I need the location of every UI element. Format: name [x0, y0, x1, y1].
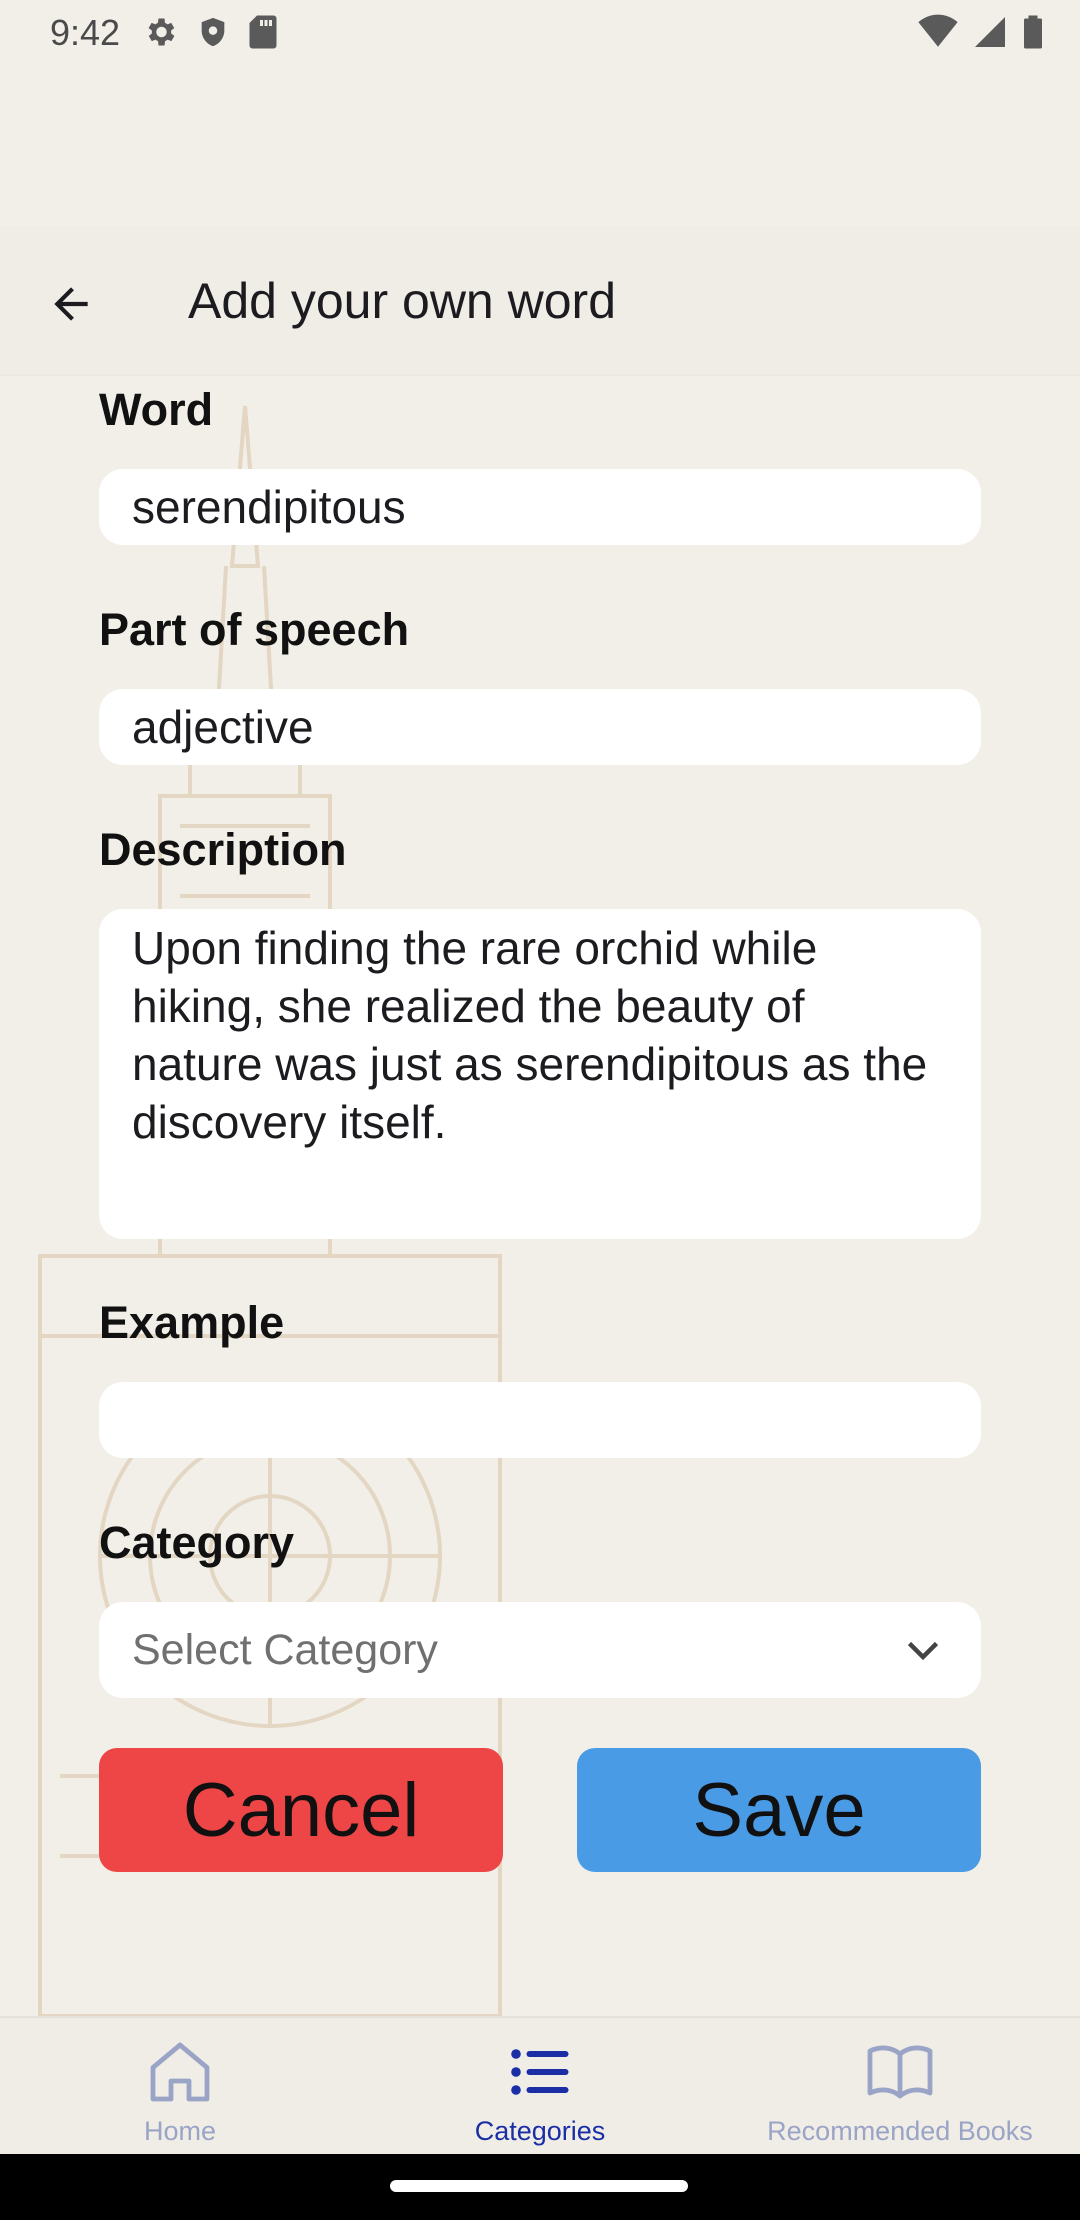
- bottom-navigation: Home Categories Recommended Books: [0, 2016, 1080, 2154]
- category-label: Category: [99, 1517, 295, 1568]
- add-word-form: Word serendipitous Part of speech adject…: [0, 376, 1080, 2016]
- chevron-down-icon: [907, 1641, 939, 1661]
- nav-label-categories: Categories: [474, 2116, 606, 2146]
- status-bar: 9:42: [0, 0, 1080, 66]
- shield-icon: [201, 17, 225, 47]
- book-icon: [867, 2045, 933, 2099]
- description-textarea-value: Upon finding the rare orchid while hikin…: [132, 922, 928, 1148]
- sd-card-icon: [249, 15, 277, 49]
- status-icons-right: [918, 14, 1044, 50]
- word-input-value: serendipitous: [132, 481, 406, 533]
- home-icon: [150, 2042, 210, 2102]
- example-label: Example: [99, 1297, 285, 1348]
- header-spacer: [0, 66, 1080, 226]
- word-label: Word: [99, 384, 214, 435]
- part-of-speech-label: Part of speech: [99, 604, 410, 655]
- nav-item-categories[interactable]: Categories: [360, 2018, 720, 2154]
- gesture-handle[interactable]: [390, 2180, 688, 2192]
- gesture-navigation-bar: [0, 2154, 1080, 2220]
- description-label: Description: [99, 824, 347, 875]
- example-input[interactable]: [99, 1382, 981, 1458]
- wifi-icon: [918, 14, 958, 47]
- nav-item-home[interactable]: Home: [0, 2018, 360, 2154]
- nav-label-home: Home: [143, 2116, 217, 2146]
- word-input[interactable]: serendipitous: [99, 469, 981, 545]
- signal-icon: [975, 17, 1005, 47]
- gear-icon: [148, 18, 175, 46]
- cancel-button[interactable]: Cancel: [99, 1748, 503, 1872]
- description-textarea[interactable]: Upon finding the rare orchid while hikin…: [99, 909, 981, 1239]
- part-of-speech-input[interactable]: adjective: [99, 689, 981, 765]
- nav-item-recommended-books[interactable]: Recommended Books: [720, 2018, 1080, 2154]
- arrow-left-icon: [54, 287, 88, 321]
- status-icons-left: [142, 14, 278, 50]
- status-time: 9:42: [50, 12, 121, 53]
- top-app-bar: Add your own word: [0, 226, 1080, 376]
- category-select[interactable]: Select Category: [99, 1602, 981, 1698]
- nav-label-recommended-books: Recommended Books: [767, 2116, 1033, 2146]
- battery-icon: [1024, 15, 1042, 49]
- back-button[interactable]: [28, 261, 114, 347]
- part-of-speech-input-value: adjective: [132, 701, 314, 753]
- page-title: Add your own word: [188, 273, 617, 329]
- save-button[interactable]: Save: [577, 1748, 981, 1872]
- list-icon: [511, 2049, 569, 2095]
- category-select-placeholder: Select Category: [132, 1625, 438, 1674]
